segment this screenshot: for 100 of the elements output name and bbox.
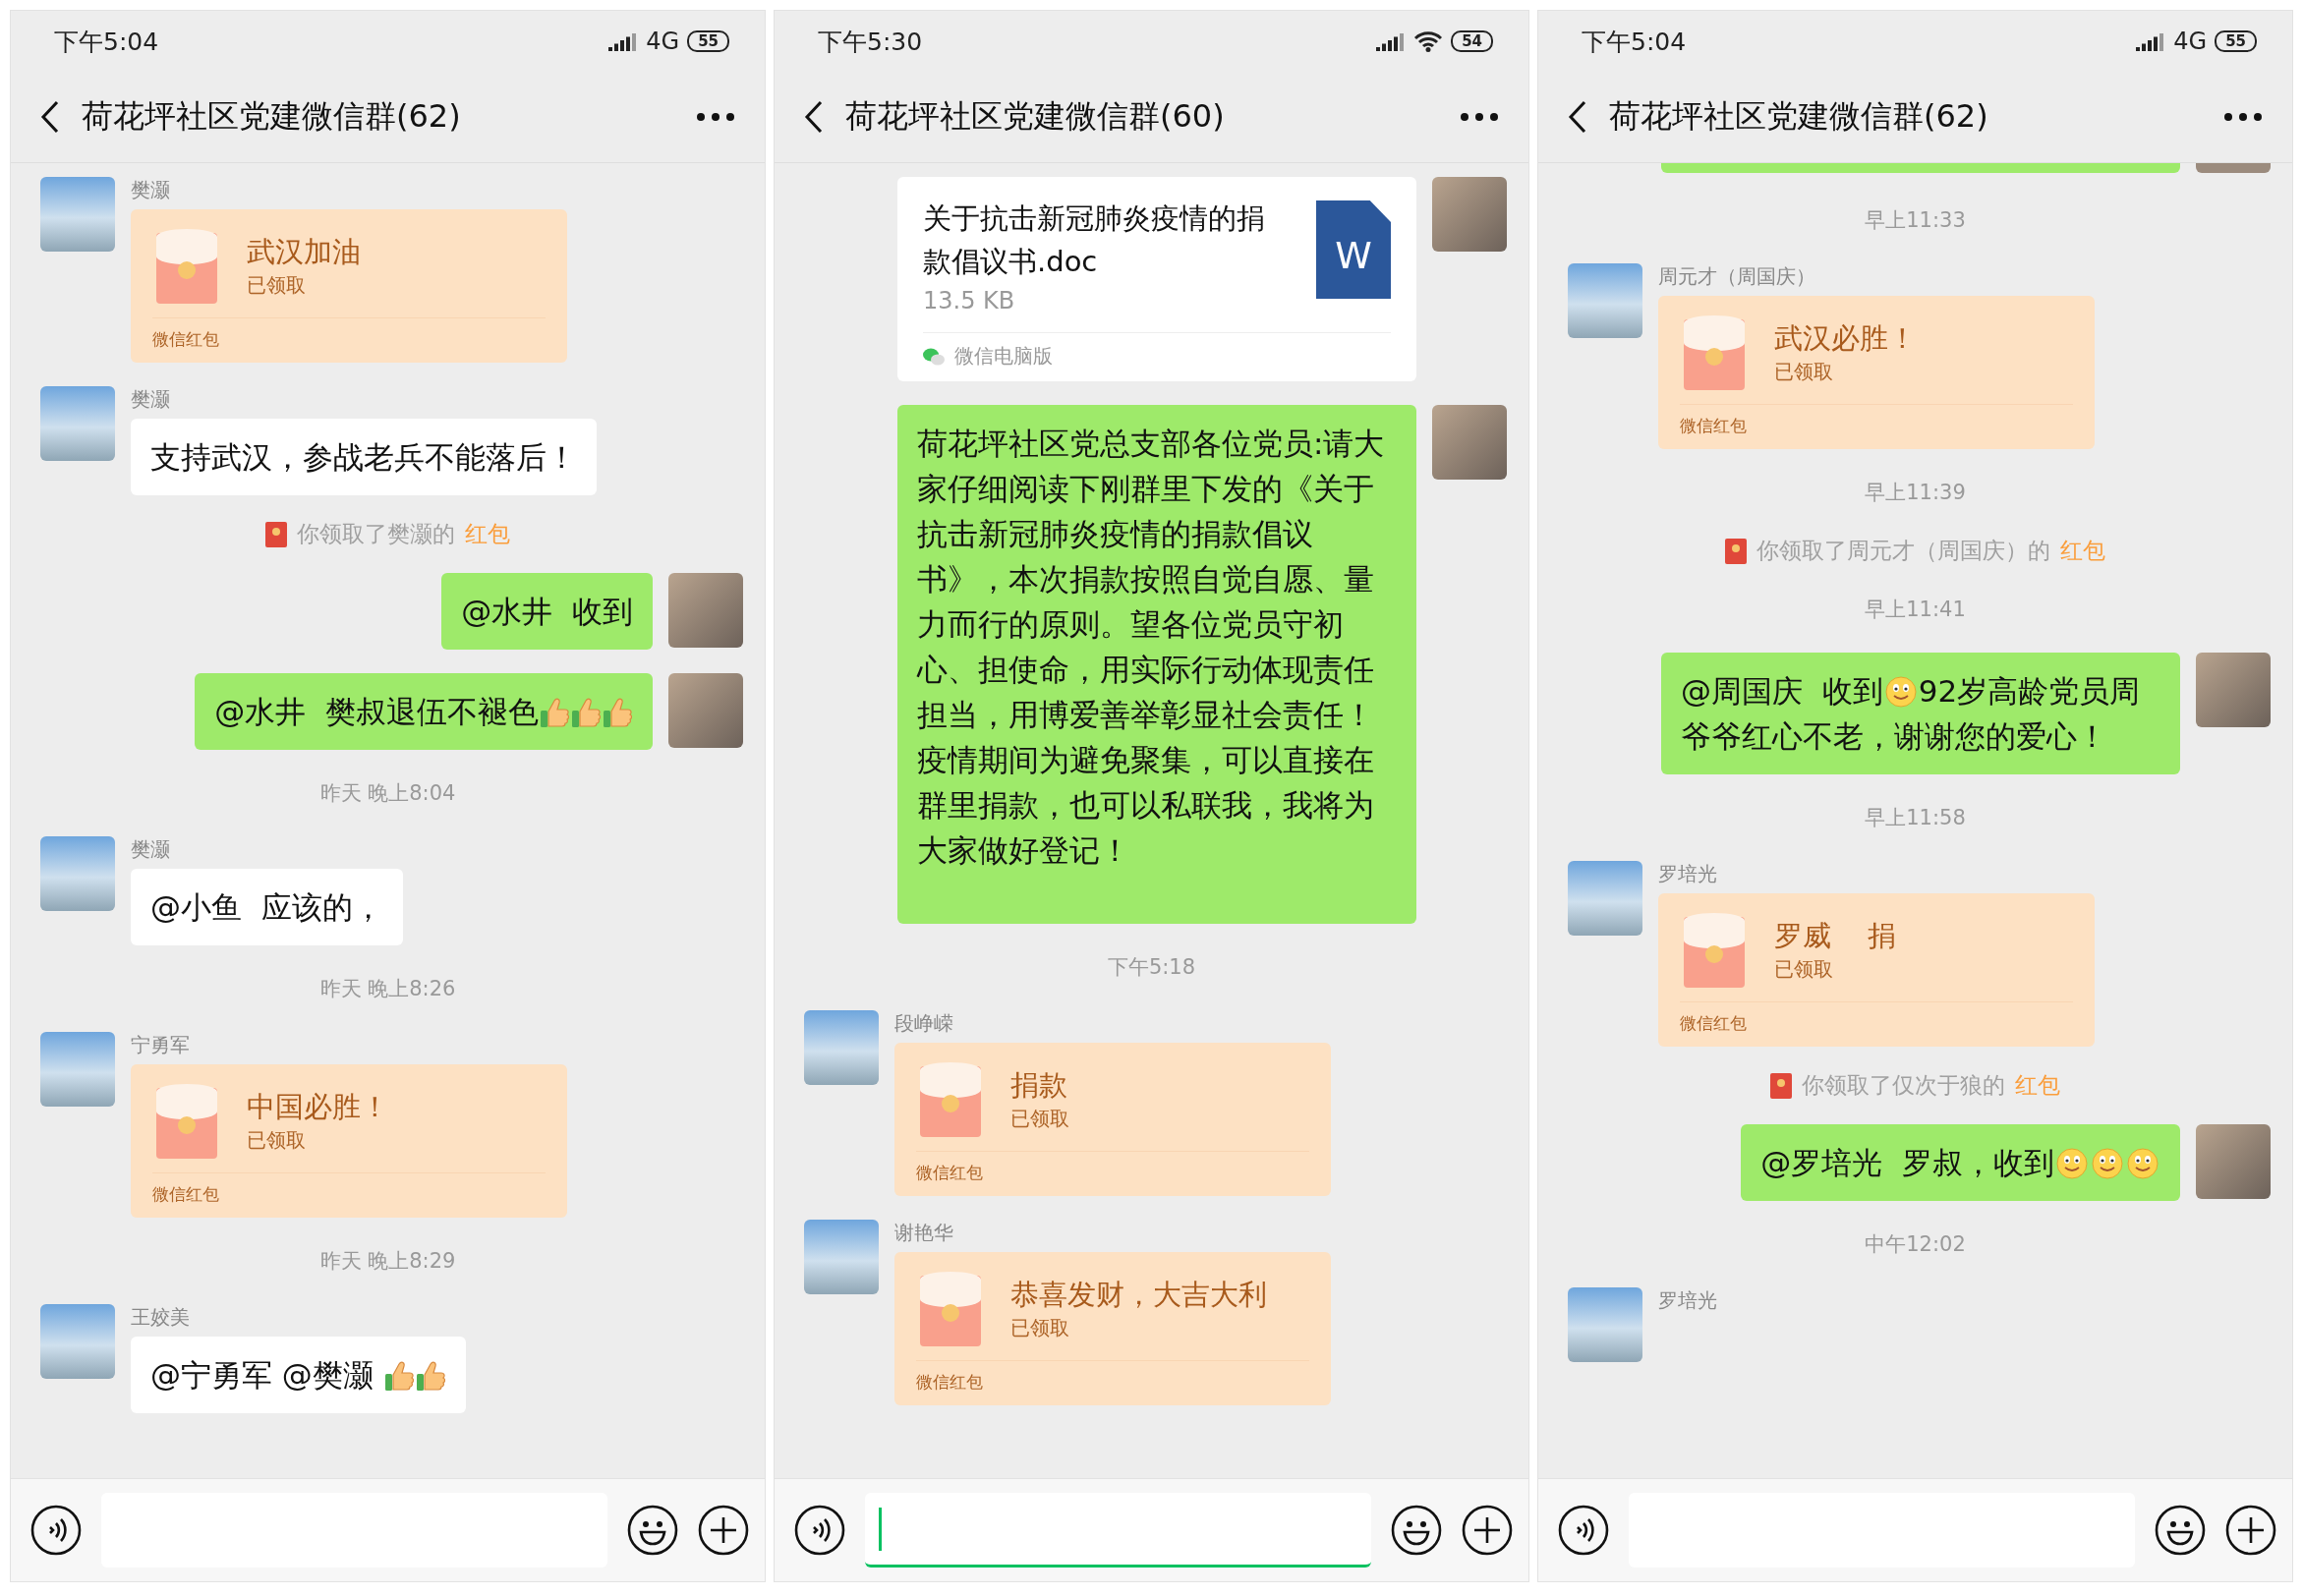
- more-icon[interactable]: [1460, 112, 1499, 122]
- battery-indicator: 54: [1451, 30, 1493, 52]
- message-text: @水井 樊叔退伍不褪色: [214, 693, 539, 731]
- envelope-label: 微信红包: [1680, 404, 2073, 449]
- back-icon[interactable]: [1568, 100, 1587, 134]
- money-envelope-card[interactable]: 捐款 已领取 微信红包: [894, 1043, 1331, 1196]
- file-card[interactable]: 关于抗击新冠肺炎疫情的捐款倡议书.doc 13.5 KB W 微信电脑版: [897, 177, 1416, 381]
- money-envelope-card[interactable]: 恭喜发财，大吉大利 已领取 微信红包: [894, 1252, 1331, 1405]
- avatar-placeholder[interactable]: [1568, 263, 1642, 338]
- text-cursor: [879, 1507, 882, 1551]
- money-envelope-card[interactable]: 罗威 捐 已领取 微信红包: [1658, 893, 2095, 1047]
- notice-text: 你领取了仅次于狼的: [1802, 1071, 2005, 1100]
- signal-icon: [2136, 31, 2166, 51]
- envelope-icon: [920, 1270, 981, 1346]
- smiley-emoji-icon: [1884, 676, 1917, 708]
- avatar-placeholder[interactable]: [1432, 405, 1507, 480]
- notice-text: 你领取了周元才（周国庆）的: [1756, 537, 2050, 565]
- chat-title: 荷花坪社区党建微信群(62): [82, 96, 462, 137]
- avatar-placeholder[interactable]: [668, 673, 743, 748]
- avatar-placeholder[interactable]: [1568, 861, 1642, 936]
- envelope-label: 微信红包: [916, 1360, 1309, 1405]
- chat-title: 荷花坪社区党建微信群(60): [845, 96, 1226, 137]
- add-button[interactable]: [1462, 1505, 1513, 1556]
- envelope-icon: [1770, 1072, 1792, 1099]
- envelope-status: 已领取: [1010, 1105, 1069, 1132]
- status-time: 下午5:04: [54, 26, 159, 58]
- thumbs-up-icon: [415, 1360, 445, 1392]
- timestamp: 中午12:02: [1865, 1231, 1966, 1258]
- money-envelope-card[interactable]: 武汉必胜！ 已领取 微信红包: [1658, 296, 2095, 449]
- envelope-icon: [1684, 314, 1745, 390]
- emoji-button[interactable]: [1391, 1505, 1442, 1556]
- message-input-field[interactable]: [865, 1493, 1371, 1568]
- battery-indicator: 55: [2215, 30, 2257, 52]
- avatar-placeholder[interactable]: [1568, 1287, 1642, 1362]
- file-size: 13.5 KB: [923, 287, 1016, 314]
- emoji-button[interactable]: [627, 1505, 678, 1556]
- sender-name: 周元才（周国庆）: [1658, 263, 1815, 290]
- avatar-placeholder[interactable]: [2196, 1124, 2271, 1199]
- avatar-placeholder[interactable]: [2196, 653, 2271, 727]
- thumbs-up-icon: [603, 697, 632, 728]
- voice-button[interactable]: [1558, 1505, 1609, 1556]
- message-text: 92岁高龄党员周: [1918, 672, 2141, 711]
- back-icon[interactable]: [804, 100, 824, 134]
- message-text: @宁勇军 @樊灏: [150, 1356, 374, 1395]
- smiley-emoji-icon: [2127, 1148, 2159, 1179]
- envelope-icon: [265, 521, 287, 547]
- avatar-placeholder[interactable]: [40, 1032, 115, 1107]
- envelope-icon: [1725, 538, 1747, 564]
- envelope-icon: [1684, 911, 1745, 988]
- signal-icon: [1376, 31, 1407, 51]
- voice-button[interactable]: [794, 1505, 845, 1556]
- emoji-button[interactable]: [2155, 1505, 2206, 1556]
- message-text: 爷爷红心不老，谢谢您的爱心！: [1681, 717, 2107, 756]
- envelope-greeting: 中国必胜！: [247, 1088, 389, 1125]
- wifi-icon: [1413, 30, 1444, 52]
- envelope-label: 微信红包: [916, 1151, 1309, 1196]
- battery-indicator: 55: [687, 30, 729, 52]
- sender-name: 罗培光: [1658, 1287, 1717, 1314]
- signal-icon: [608, 31, 639, 51]
- envelope-status: 已领取: [247, 1126, 307, 1154]
- smiley-emoji-icon: [2056, 1148, 2088, 1179]
- envelope-greeting: 武汉必胜！: [1774, 319, 1917, 357]
- sender-name: 罗培光: [1658, 861, 1717, 887]
- envelope-status: 已领取: [1774, 358, 1834, 385]
- timestamp: 早上11:58: [1865, 805, 1966, 831]
- chat-bubbles-icon: [923, 347, 945, 366]
- avatar-placeholder[interactable]: [40, 177, 115, 252]
- file-name: 关于抗击新冠肺炎疫情的捐款倡议书.doc: [923, 200, 1266, 280]
- timestamp: 早上11:41: [1865, 597, 1966, 623]
- timestamp: 早上11:39: [1865, 480, 1966, 506]
- network-label: 4G: [2173, 28, 2208, 55]
- envelope-icon: [920, 1060, 981, 1137]
- sender-name: 宁勇军: [131, 1032, 190, 1058]
- notice-text: 你领取了樊灏的: [297, 520, 455, 548]
- avatar-placeholder[interactable]: [40, 1304, 115, 1379]
- avatar-placeholder[interactable]: [40, 836, 115, 911]
- add-button[interactable]: [698, 1505, 749, 1556]
- voice-icon: [794, 1505, 845, 1556]
- sender-name: 王姣美: [131, 1304, 190, 1331]
- message-text: @罗培光 罗叔，收到: [1760, 1144, 2054, 1182]
- envelope-status: 已领取: [247, 271, 307, 299]
- more-icon[interactable]: [2223, 112, 2263, 122]
- avatar-placeholder[interactable]: [668, 573, 743, 648]
- back-icon[interactable]: [40, 100, 60, 134]
- thumbs-up-icon: [383, 1360, 414, 1392]
- smiley-emoji-icon: [2092, 1148, 2123, 1179]
- envelope-label: 微信红包: [152, 317, 546, 363]
- avatar-placeholder[interactable]: [1432, 177, 1507, 252]
- avatar-placeholder[interactable]: [804, 1220, 879, 1294]
- money-envelope-card[interactable]: 武汉加油 已领取 微信红包: [131, 209, 567, 363]
- word-document-icon: W: [1316, 200, 1391, 299]
- avatar-placeholder[interactable]: [40, 386, 115, 461]
- add-button[interactable]: [2225, 1505, 2276, 1556]
- envelope-icon: [156, 227, 217, 304]
- voice-button[interactable]: [30, 1505, 82, 1556]
- thumbs-up-icon: [540, 697, 569, 728]
- money-envelope-card[interactable]: 中国必胜！ 已领取 微信红包: [131, 1064, 567, 1218]
- more-icon[interactable]: [696, 112, 735, 122]
- avatar-placeholder[interactable]: [804, 1010, 879, 1085]
- sender-name: 樊灏: [131, 836, 170, 863]
